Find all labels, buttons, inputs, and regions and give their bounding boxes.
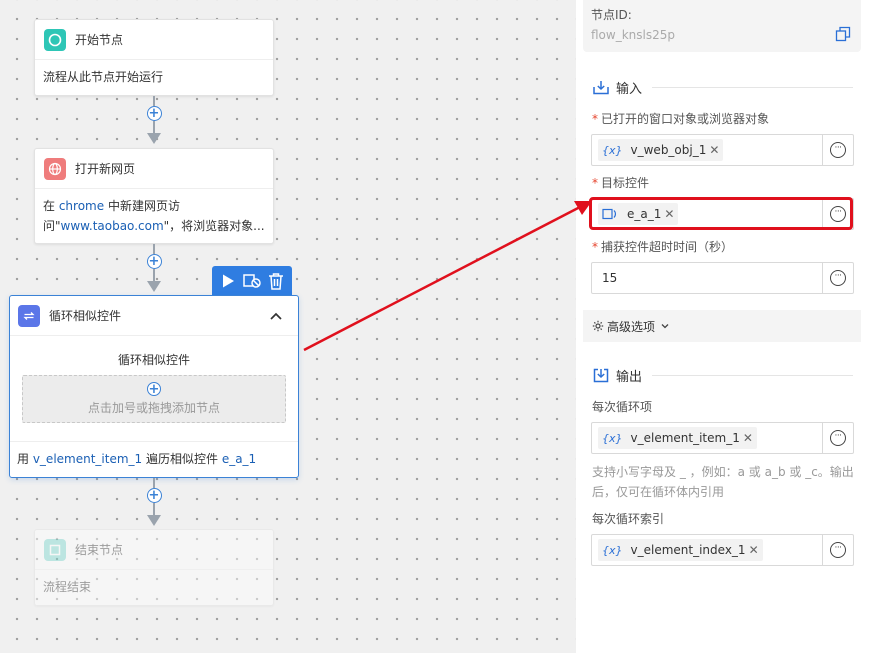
timeout-label: * 捕获控件超时时间（秒） bbox=[592, 240, 734, 254]
target-element-more-button[interactable]: ··· bbox=[822, 199, 853, 229]
loop-body-title: 循环相似控件 bbox=[117, 353, 190, 367]
gear-icon bbox=[592, 320, 604, 332]
arrow-down-icon bbox=[147, 515, 161, 526]
end-node-desc: 流程结束 bbox=[43, 580, 92, 594]
timeout-input[interactable] bbox=[602, 271, 822, 285]
start-node-desc: 流程从此节点开始运行 bbox=[43, 70, 164, 84]
loop-item-label: 每次循环项 bbox=[592, 400, 653, 414]
run-button[interactable] bbox=[218, 271, 238, 291]
chevron-up-icon[interactable] bbox=[269, 311, 283, 321]
loop-node-toolbar bbox=[212, 266, 292, 296]
variable-icon: {x} bbox=[602, 431, 623, 445]
window-object-label: * 已打开的窗口对象或浏览器对象 bbox=[592, 112, 770, 126]
arrow-down-icon bbox=[147, 133, 161, 144]
drop-hint: 点击加号或拖拽添加节点 bbox=[87, 401, 220, 415]
add-node-plus-icon[interactable]: + bbox=[146, 254, 162, 269]
open-page-node[interactable]: 打开新网页 在 chrome 中新建网页访 问"www.taobao.com"，… bbox=[34, 148, 274, 244]
end-node-title: 结束节点 bbox=[75, 543, 124, 557]
window-object-more-button[interactable]: ··· bbox=[822, 135, 853, 165]
variable-icon: {x} bbox=[602, 543, 623, 557]
plus-icon[interactable]: + bbox=[147, 382, 161, 396]
window-object-tag: {x} v_web_obj_1 ✕ bbox=[598, 139, 724, 161]
element-icon bbox=[602, 208, 616, 220]
play-icon bbox=[223, 274, 234, 288]
window-object-field[interactable]: {x} v_web_obj_1 ✕ ··· bbox=[591, 134, 854, 166]
end-square-icon bbox=[44, 538, 66, 561]
variable-naming-hint: 支持小写字母及 _ ，例如：a 或 a_b 或 _c。输出后，仅可在循环体内引用 bbox=[592, 465, 854, 499]
loop-item-more-button[interactable]: ··· bbox=[822, 423, 853, 453]
node-id-box: 节点ID: flow_knsls25p bbox=[583, 0, 861, 52]
add-node-plus-icon[interactable]: + bbox=[146, 488, 162, 503]
start-circle-icon bbox=[44, 28, 66, 51]
timeout-field[interactable]: ··· bbox=[591, 262, 854, 294]
node-id-label: 节点ID: bbox=[591, 8, 632, 22]
more-icon: ··· bbox=[830, 542, 846, 558]
more-icon: ··· bbox=[830, 270, 846, 286]
node-id-value: flow_knsls25p bbox=[591, 28, 675, 42]
more-icon: ··· bbox=[830, 206, 846, 222]
input-icon bbox=[593, 80, 609, 95]
loop-index-field[interactable]: {x} v_element_index_1 ✕ ··· bbox=[591, 534, 854, 566]
property-panel: 节点ID: flow_knsls25p 输入 * 已打开的窗口对象或浏览器对象 {… bbox=[576, 0, 871, 653]
copy-icon[interactable] bbox=[835, 26, 851, 42]
globe-icon bbox=[44, 157, 66, 180]
more-icon: ··· bbox=[830, 430, 846, 446]
target-element-label: * 目标控件 bbox=[592, 176, 650, 190]
close-icon[interactable]: ✕ bbox=[749, 543, 759, 557]
loop-item-field[interactable]: {x} v_element_item_1 ✕ ··· bbox=[591, 422, 854, 454]
loop-index-label: 每次循环索引 bbox=[592, 512, 665, 526]
loop-index-tag: {x} v_element_index_1 ✕ bbox=[598, 539, 763, 561]
chevron-down-icon bbox=[661, 324, 669, 329]
loop-similar-node[interactable]: 循环相似控件 循环相似控件 + 点击加号或拖拽添加节点 用 v_element_… bbox=[9, 295, 299, 478]
variable-icon: {x} bbox=[602, 143, 623, 157]
input-section-title: 输入 bbox=[616, 82, 643, 97]
connector-2: + bbox=[144, 244, 164, 292]
loop-index-more-button[interactable]: ··· bbox=[822, 535, 853, 565]
trash-icon bbox=[269, 272, 283, 290]
loop-item-tag: {x} v_element_item_1 ✕ bbox=[598, 427, 757, 449]
screen-icon bbox=[243, 274, 261, 288]
advanced-options-toggle[interactable]: 高级选项 bbox=[583, 310, 861, 342]
open-page-node-desc: 在 chrome 中新建网页访 问"www.taobao.com"，将浏览器对象… bbox=[43, 199, 265, 233]
loop-node-title: 循环相似控件 bbox=[49, 309, 122, 323]
output-section-title: 输出 bbox=[616, 370, 643, 385]
target-element-field[interactable]: e_a_1 ✕ ··· bbox=[591, 198, 854, 230]
connector-3: + bbox=[144, 478, 164, 526]
output-section-header: 输出 bbox=[593, 366, 853, 385]
loop-icon bbox=[18, 304, 40, 327]
arrow-down-icon bbox=[147, 281, 161, 292]
connector-1: + bbox=[144, 96, 164, 144]
run-from-here-button[interactable] bbox=[242, 271, 262, 291]
loop-drop-zone[interactable]: + 点击加号或拖拽添加节点 bbox=[22, 375, 286, 423]
end-node[interactable]: 结束节点 流程结束 bbox=[34, 529, 274, 606]
close-icon[interactable]: ✕ bbox=[709, 143, 719, 157]
flow-canvas[interactable]: 开始节点 流程从此节点开始运行 + 打开新网页 在 chrome 中新建网页访 … bbox=[0, 0, 576, 653]
more-icon: ··· bbox=[830, 142, 846, 158]
start-node-title: 开始节点 bbox=[75, 33, 124, 47]
input-section-header: 输入 bbox=[593, 78, 853, 97]
output-icon bbox=[593, 368, 609, 383]
add-node-plus-icon[interactable]: + bbox=[146, 106, 162, 121]
target-element-tag: e_a_1 ✕ bbox=[598, 203, 679, 225]
open-page-node-title: 打开新网页 bbox=[75, 162, 136, 176]
start-node[interactable]: 开始节点 流程从此节点开始运行 bbox=[34, 19, 274, 96]
advanced-options-label: 高级选项 bbox=[607, 319, 656, 334]
close-icon[interactable]: ✕ bbox=[664, 207, 674, 221]
loop-node-footer: 用 v_element_item_1 遍历相似控件 e_a_1 bbox=[10, 441, 298, 475]
delete-button[interactable] bbox=[266, 271, 286, 291]
close-icon[interactable]: ✕ bbox=[743, 431, 753, 445]
timeout-more-button[interactable]: ··· bbox=[822, 263, 853, 293]
